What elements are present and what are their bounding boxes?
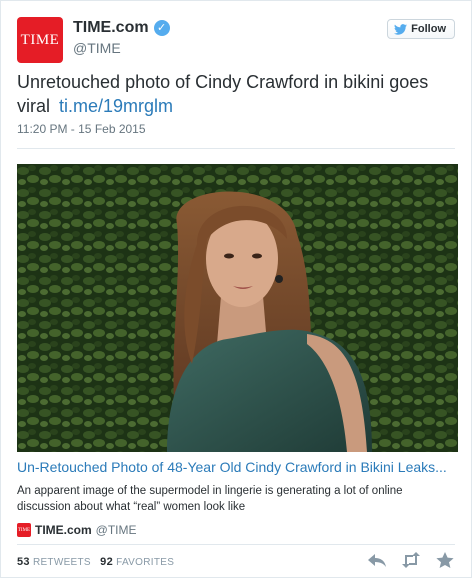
retweet-count[interactable]: 53	[17, 556, 30, 568]
follow-label: Follow	[411, 23, 446, 35]
link-card[interactable]: Un-Retouched Photo of 48-Year Old Cindy …	[17, 164, 458, 537]
card-site[interactable]: TIME.com	[35, 523, 92, 537]
verified-icon: ✓	[153, 20, 170, 36]
mini-logo-text: TIME	[17, 527, 31, 533]
card-attribution[interactable]: TIME TIME.com @TIME	[17, 523, 458, 537]
display-name[interactable]: TIME.com	[73, 19, 149, 37]
twitter-bird-icon	[394, 23, 408, 35]
favorite-icon[interactable]	[435, 551, 455, 569]
tweet-stats: 53 RETWEETS 92 FAVORITES	[17, 556, 174, 568]
embedded-tweet: TIME TIME.com ✓ @TIME Follow Unretouched…	[0, 0, 472, 578]
card-title[interactable]: Un-Retouched Photo of 48-Year Old Cindy …	[17, 459, 458, 475]
screen-name[interactable]: @TIME	[73, 40, 170, 56]
reply-icon[interactable]	[367, 551, 387, 569]
avatar-text: TIME	[20, 31, 60, 48]
display-name-row[interactable]: TIME.com ✓	[73, 19, 170, 37]
favorite-count[interactable]: 92	[100, 556, 113, 568]
card-handle[interactable]: @TIME	[96, 523, 137, 537]
time-logo-icon: TIME	[17, 523, 31, 537]
tweet-actions	[367, 551, 455, 569]
avatar[interactable]: TIME	[17, 17, 63, 63]
retweet-icon[interactable]	[401, 551, 421, 569]
tweet-timestamp[interactable]: 11:20 PM - 15 Feb 2015	[17, 122, 146, 136]
author-names: TIME.com ✓ @TIME	[73, 19, 170, 56]
favorites-label: FAVORITES	[116, 557, 175, 568]
tweet-header: TIME TIME.com ✓ @TIME Follow	[17, 17, 455, 63]
divider	[17, 544, 455, 545]
divider	[17, 148, 455, 149]
card-image[interactable]	[17, 164, 458, 452]
tweet-link[interactable]: ti.me/19mrglm	[59, 94, 173, 118]
retweets-label: RETWEETS	[32, 557, 91, 568]
follow-button[interactable]: Follow	[387, 19, 455, 39]
tweet-text: Unretouched photo of Cindy Crawford in b…	[17, 70, 455, 118]
card-description: An apparent image of the supermodel in l…	[17, 485, 403, 513]
